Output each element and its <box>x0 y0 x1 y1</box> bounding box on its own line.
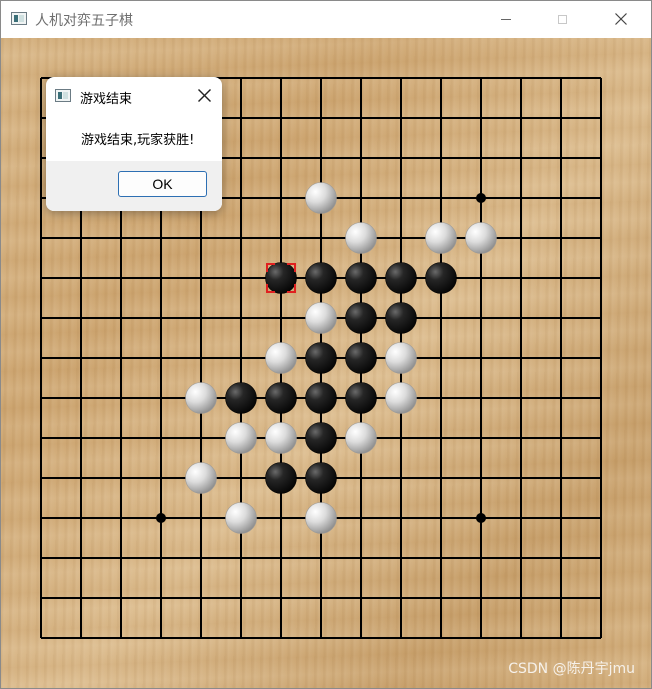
white-stone <box>465 222 497 254</box>
star-point <box>476 193 486 203</box>
game-over-dialog: 游戏结束 游戏结束,玩家获胜! OK <box>46 77 222 211</box>
black-stone <box>345 382 377 414</box>
black-stone <box>265 462 297 494</box>
watermark: CSDN @陈丹宇jmu <box>508 661 635 677</box>
white-stone <box>225 502 257 534</box>
minimize-button[interactable] <box>477 1 534 37</box>
black-stone <box>305 422 337 454</box>
black-stone <box>345 342 377 374</box>
maximize-icon <box>558 14 567 24</box>
white-stone <box>305 502 337 534</box>
dialog-title-bar[interactable]: 游戏结束 <box>46 77 222 115</box>
black-stone <box>265 382 297 414</box>
close-button[interactable] <box>592 1 649 37</box>
dialog-footer: OK <box>46 161 222 211</box>
minimize-icon <box>500 18 511 20</box>
white-stone <box>385 342 417 374</box>
app-window-icon <box>11 12 27 25</box>
black-stone <box>305 342 337 374</box>
dialog-message: 游戏结束,玩家获胜! <box>81 133 195 148</box>
black-stone <box>225 382 257 414</box>
white-stone <box>305 302 337 334</box>
dialog-title: 游戏结束 <box>80 92 133 107</box>
window-title: 人机对弈五子棋 <box>35 13 133 29</box>
black-stone <box>345 302 377 334</box>
white-stone <box>265 342 297 374</box>
star-point <box>476 513 486 523</box>
black-stone <box>425 262 457 294</box>
white-stone <box>425 222 457 254</box>
white-stone <box>305 182 337 214</box>
ok-button[interactable]: OK <box>118 171 207 197</box>
game-window: 人机对弈五子棋 CSDN @陈丹宇jmu 游戏结束 游戏结束,玩家获胜! OK <box>0 0 652 689</box>
close-icon <box>614 13 627 25</box>
black-stone <box>385 302 417 334</box>
white-stone <box>185 462 217 494</box>
black-stone <box>305 462 337 494</box>
white-stone <box>185 382 217 414</box>
black-stone <box>385 262 417 294</box>
black-stone <box>305 382 337 414</box>
title-bar[interactable]: 人机对弈五子棋 <box>1 1 651 38</box>
dialog-close-button[interactable] <box>192 83 216 107</box>
star-point <box>156 513 166 523</box>
dialog-app-icon <box>55 89 71 102</box>
white-stone <box>225 422 257 454</box>
white-stone <box>385 382 417 414</box>
black-stone <box>265 262 297 294</box>
white-stone <box>345 222 377 254</box>
white-stone <box>345 422 377 454</box>
maximize-button <box>534 1 591 37</box>
black-stone <box>305 262 337 294</box>
black-stone <box>345 262 377 294</box>
close-icon <box>197 88 211 102</box>
white-stone <box>265 422 297 454</box>
